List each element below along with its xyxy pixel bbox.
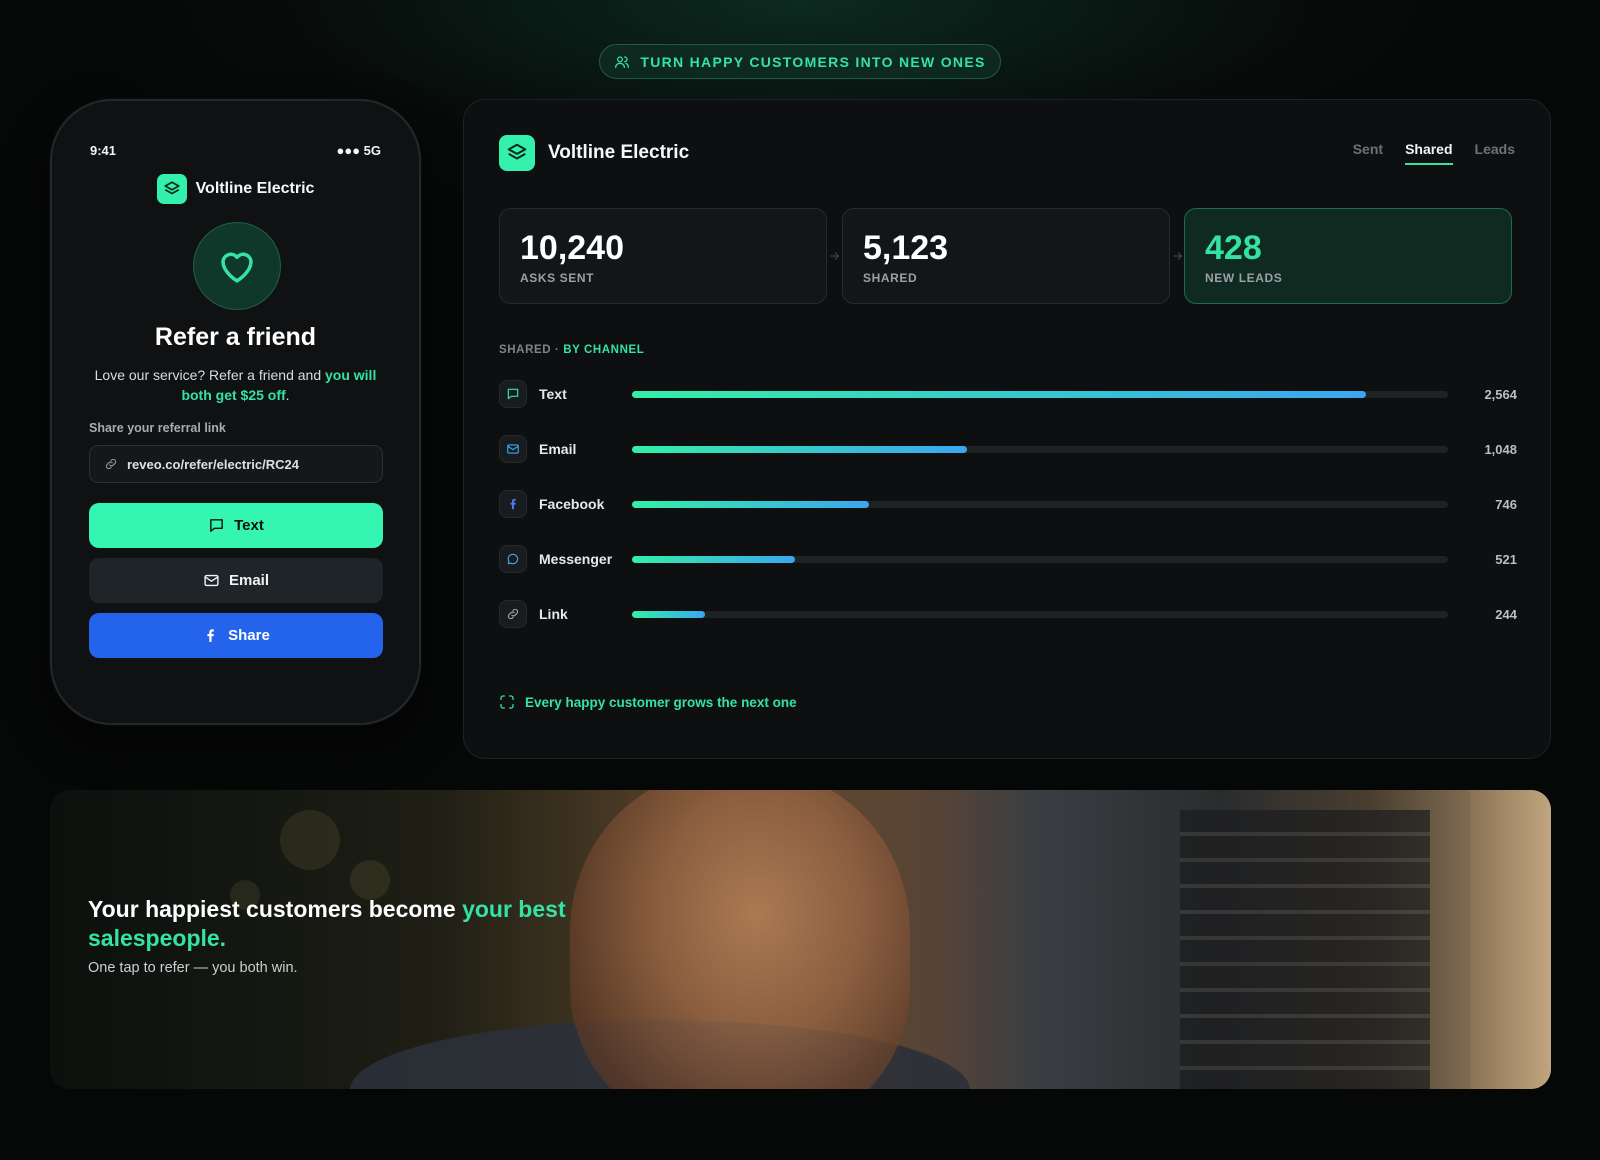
channel-row-text: Text 2,564 [499, 380, 1517, 408]
status-signal: ●●● 5G [336, 143, 381, 158]
channel-bar-track [632, 445, 1448, 453]
top-tagline-text: TURN HAPPY CUSTOMERS INTO NEW ONES [640, 53, 986, 70]
share-email-label: Email [228, 572, 270, 589]
stat-value: 10,240 [520, 229, 624, 267]
phone-status-bar: 9:41 ●●● 5G [90, 143, 381, 158]
channel-bar-fill [632, 390, 1367, 398]
footer-note: Every happy customer grows the next one [499, 694, 797, 710]
section-separator: · [551, 344, 564, 356]
heart-icon [221, 252, 253, 283]
channel-bar-fill [632, 555, 796, 563]
channel-name: Facebook [539, 496, 605, 512]
channel-name: Text [539, 386, 567, 402]
channel-name: Email [539, 441, 577, 457]
dashboard-brand: Voltline Electric [499, 135, 689, 171]
status-time: 9:41 [90, 143, 117, 158]
channel-value: 746 [1495, 496, 1517, 512]
referral-link-value: reveo.co/refer/electric/RC24 [127, 456, 299, 472]
facebook-icon [499, 490, 527, 518]
section-prefix: SHARED [499, 344, 552, 356]
section-label: SHARED · BY CHANNEL [499, 344, 644, 356]
bokeh-light [350, 860, 390, 900]
refresh-icon [500, 695, 514, 709]
photo-person-face [570, 790, 910, 1089]
share-facebook-label: Share [228, 627, 270, 644]
layers-logo-icon [499, 135, 535, 171]
share-email-button[interactable]: Email [89, 558, 383, 603]
referral-link-label: Share your referral link [89, 421, 226, 435]
phone-title: Refer a friend [154, 323, 317, 351]
channel-value: 2,564 [1484, 386, 1517, 402]
facebook-icon [207, 629, 214, 642]
tab-shared[interactable]: Shared [1405, 141, 1453, 165]
phone-brand: Voltline Electric [52, 174, 419, 204]
mail-icon [204, 574, 219, 587]
link-icon [499, 600, 527, 628]
tab-leads[interactable]: Leads [1475, 141, 1515, 165]
phone-mockup: 9:41 ●●● 5G Voltline Electric Refer a fr… [50, 99, 421, 725]
channel-bar-track [632, 610, 1448, 618]
channel-row-email: Email 1,048 [499, 435, 1517, 463]
stat-value: 5,123 [863, 229, 949, 267]
heart-badge [193, 222, 281, 310]
photo-electrical-panel [1180, 810, 1430, 1089]
bokeh-light [280, 810, 340, 870]
tab-sent[interactable]: Sent [1353, 141, 1383, 165]
hero-banner-photo: Your happiest customers become your best… [50, 790, 1551, 1089]
referral-link-field[interactable]: reveo.co/refer/electric/RC24 [89, 445, 383, 483]
arrow-right-icon [830, 252, 840, 260]
channel-value: 521 [1495, 551, 1517, 567]
message-square-icon [210, 519, 223, 532]
phone-desc-end: . [285, 387, 290, 403]
section-accent: BY CHANNEL [563, 344, 645, 356]
layers-logo-icon [156, 174, 187, 204]
channel-name: Messenger [539, 551, 613, 567]
phone-brand-name: Voltline Electric [195, 180, 315, 197]
channel-bar-fill [632, 500, 869, 508]
share-text-label: Text [234, 517, 264, 534]
channel-value: 244 [1495, 606, 1517, 622]
phone-desc-text: Love our service? Refer a friend and [94, 367, 325, 383]
referral-dashboard: Voltline Electric Sent Shared Leads 10,2… [463, 99, 1551, 759]
stat-label: NEW LEADS [1205, 271, 1283, 285]
mail-icon [499, 435, 527, 463]
message-circle-icon [499, 545, 527, 573]
stat-label: SHARED [863, 271, 918, 285]
arrow-right-icon [1173, 252, 1183, 260]
link-icon [105, 458, 117, 470]
dashboard-brand-name: Voltline Electric [548, 142, 690, 163]
channel-value: 1,048 [1484, 441, 1517, 457]
hero-subtitle: One tap to refer — you both win. [88, 960, 298, 976]
share-facebook-button[interactable]: Share [89, 613, 383, 658]
hero-title-text: Your happiest customers become [88, 896, 463, 922]
channel-bar-track [632, 555, 1448, 563]
channel-row-facebook: Facebook 746 [499, 490, 1517, 518]
channel-row-link: Link 244 [499, 600, 1517, 628]
stat-asks-sent: 10,240 ASKS SENT [499, 208, 827, 304]
stat-new-leads: 428 NEW LEADS [1184, 208, 1512, 304]
channel-bar-track [632, 500, 1448, 508]
channel-row-messenger: Messenger 521 [499, 545, 1517, 573]
stat-value: 428 [1205, 229, 1262, 267]
stat-label: ASKS SENT [520, 271, 595, 285]
channel-name: Link [539, 606, 568, 622]
dashboard-tabs: Sent Shared Leads [1353, 141, 1515, 165]
top-tagline-pill: TURN HAPPY CUSTOMERS INTO NEW ONES [599, 44, 1001, 79]
hero-title: Your happiest customers become your best… [88, 895, 608, 953]
channel-bar-fill [632, 610, 706, 618]
users-icon [615, 55, 630, 68]
share-text-button[interactable]: Text [89, 503, 383, 548]
channel-bar-track [632, 390, 1448, 398]
stat-shared: 5,123 SHARED [842, 208, 1170, 304]
photo-door-frame [1470, 790, 1551, 1089]
channel-bar-fill [632, 445, 967, 453]
phone-description: Love our service? Refer a friend and you… [88, 365, 383, 405]
message-square-icon [499, 380, 527, 408]
footer-note-text: Every happy customer grows the next one [525, 694, 797, 710]
